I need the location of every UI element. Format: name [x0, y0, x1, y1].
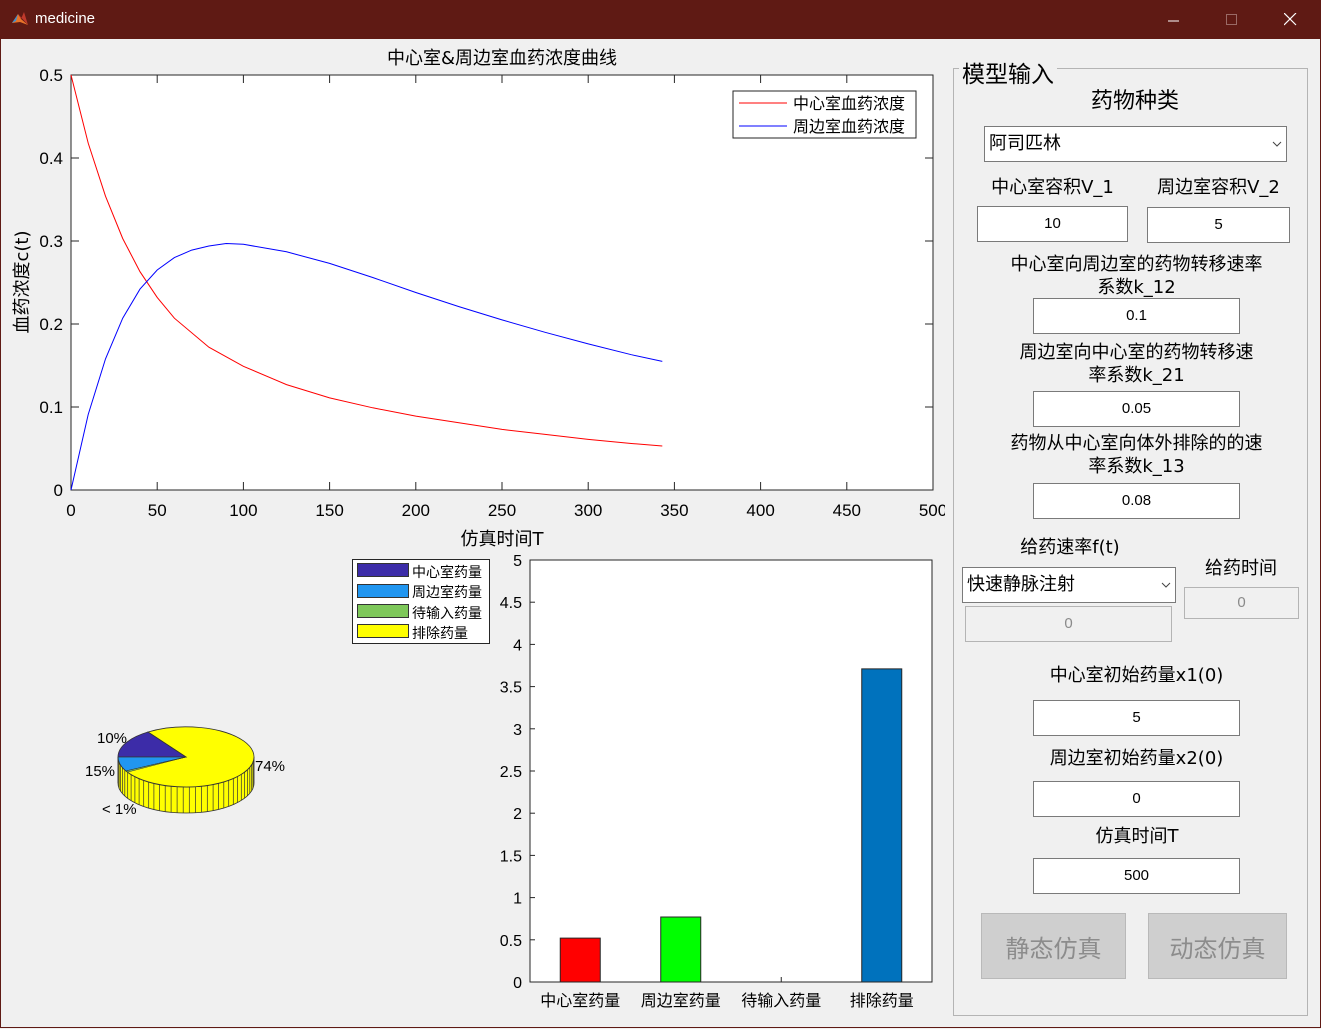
static-simulation-button[interactable]: 静态仿真 [981, 913, 1126, 979]
line-chart-title: 中心室&周边室血药浓度曲线 [387, 48, 617, 69]
bar-y-tick-label: 4 [513, 637, 522, 654]
bar-y-tick-label: 1.5 [500, 848, 522, 865]
dose-time-input[interactable]: 0 [1184, 587, 1299, 619]
v2-input[interactable]: 5 [1147, 207, 1290, 243]
minimize-button[interactable] [1145, 0, 1203, 39]
k21-input[interactable]: 0.05 [1033, 391, 1240, 427]
y-tick-label: 0 [54, 481, 63, 500]
bar-x-tick-label: 周边室药量 [641, 991, 721, 1010]
rate-value-input[interactable]: 0 [965, 606, 1172, 642]
y-tick-label: 0.2 [39, 315, 63, 334]
legend-label-peripheral: 周边室血药浓度 [793, 117, 905, 136]
legend-label-central: 中心室血药浓度 [793, 94, 905, 113]
x-tick-label: 50 [148, 501, 167, 520]
x-tick-label: 300 [574, 501, 602, 520]
y-tick-label: 0.4 [39, 149, 63, 168]
chevron-down-icon [1268, 127, 1286, 161]
bar-y-tick-label: 2.5 [500, 764, 522, 781]
x2-input[interactable]: 0 [1033, 781, 1240, 817]
line-chart-legend: 中心室血药浓度 周边室血药浓度 [732, 90, 917, 139]
x-tick-label: 150 [315, 501, 343, 520]
drug-type-label: 药物种类 [1090, 89, 1179, 114]
bar-y-tick-label: 1 [513, 891, 522, 908]
pie-label-central: 10% [97, 730, 127, 747]
legend-label-excreted-amount: 排除药量 [412, 626, 468, 642]
title-bar: medicine [0, 0, 1321, 39]
pie-label-pending: < 1% [102, 801, 137, 818]
drug-type-select[interactable]: 阿司匹林 [984, 126, 1287, 162]
bar-y-tick-label: 5 [513, 553, 522, 570]
k13-label-line2: 率系数k_13 [1088, 456, 1185, 477]
k13-label-line1: 药物从中心室向体外排除的的速 [1010, 433, 1263, 454]
legend-label-peripheral-amount: 周边室药量 [412, 585, 482, 601]
x2-label: 周边室初始药量x2(0) [1049, 748, 1224, 769]
rate-type-select[interactable]: 快速静脉注射 [962, 567, 1176, 603]
bar-y-tick-label: 2 [513, 806, 522, 823]
k21-label-line2: 率系数k_21 [1088, 365, 1185, 386]
x-tick-label: 450 [833, 501, 861, 520]
x-tick-label: 0 [66, 501, 75, 520]
legend-swatch-excreted-amount [357, 624, 409, 638]
bar-y-tick-label: 3 [513, 722, 522, 739]
bar-x-tick-label: 待输入药量 [741, 991, 821, 1010]
bar-x-tick-label: 排除药量 [850, 991, 914, 1010]
k21-label-line1: 周边室向中心室的药物转移速 [1019, 342, 1254, 363]
v1-input[interactable]: 10 [977, 206, 1128, 242]
concentration-line-chart: 中心室&周边室血药浓度曲线 0 50 100 150 200 250 300 350 400 45… [12, 48, 945, 550]
bar [861, 668, 903, 983]
k12-label-line1: 中心室向周边室的药物转移速率 [1010, 254, 1263, 275]
bar-y-tick-label: 4.5 [500, 595, 522, 612]
x-tick-label: 400 [746, 501, 774, 520]
minimize-icon [1168, 20, 1179, 21]
v2-label: 周边室容积V_2 [1157, 177, 1280, 198]
maximize-icon [1226, 13, 1237, 25]
close-icon [1283, 13, 1296, 26]
panel-title: 模型输入 [959, 55, 1057, 89]
chevron-down-icon [1157, 568, 1175, 602]
sim-time-label: 仿真时间T [1095, 826, 1179, 847]
v1-label: 中心室容积V_1 [991, 177, 1114, 198]
k12-label-line2: 系数k_12 [1097, 277, 1176, 298]
bar-x-tick-label: 中心室药量 [540, 991, 620, 1010]
dosage-pie-chart: 10% 15% < 1% 74% [85, 726, 285, 818]
bar [559, 937, 601, 983]
bar [660, 916, 702, 983]
bar-y-tick-label: 0.5 [500, 933, 522, 950]
close-button[interactable] [1261, 0, 1319, 39]
rate-type-value: 快速静脉注射 [967, 574, 1075, 595]
rate-label: 给药速率f(t) [1020, 537, 1120, 558]
sim-time-input[interactable]: 500 [1033, 858, 1240, 894]
y-tick-label: 0.5 [39, 66, 63, 85]
x1-label: 中心室初始药量x1(0) [1049, 665, 1224, 686]
bar-y-tick-label: 0 [513, 975, 522, 992]
k13-input[interactable]: 0.08 [1033, 483, 1240, 519]
x-tick-label: 250 [488, 501, 516, 520]
x-tick-label: 200 [402, 501, 430, 520]
dose-time-label: 给药时间 [1205, 558, 1277, 579]
x-tick-label: 100 [229, 501, 257, 520]
legend-label-central-amount: 中心室药量 [412, 565, 482, 581]
legend-label-pending-amount: 待输入药量 [412, 606, 482, 622]
x-tick-label: 500 [919, 501, 945, 520]
legend-swatch-central-amount [357, 563, 409, 577]
matlab-icon [12, 12, 28, 25]
maximize-button[interactable] [1203, 0, 1261, 39]
x-tick-label: 350 [660, 501, 688, 520]
legend-swatch-peripheral-amount [357, 584, 409, 598]
drug-type-value: 阿司匹林 [989, 133, 1061, 154]
bar-y-tick-label: 3.5 [500, 680, 522, 697]
window-title: medicine [35, 10, 96, 27]
y-tick-label: 0.1 [39, 398, 63, 417]
pie-label-peripheral: 15% [85, 763, 115, 780]
line-chart-ylabel: 血药浓度c(t) [12, 231, 33, 334]
y-tick-label: 0.3 [39, 232, 63, 251]
k12-input[interactable]: 0.1 [1033, 298, 1240, 334]
dynamic-simulation-button[interactable]: 动态仿真 [1148, 913, 1287, 979]
dosage-bar-chart: 0 0.5 1 1.5 2 2.5 3 3.5 4 4.5 5 中心室药量 周边室药量 待输入药量 排除药量 [500, 553, 933, 1010]
legend-swatch-pending-amount [357, 604, 409, 618]
pie-label-excreted: 74% [255, 758, 285, 775]
bar-chart-legend: 中心室药量 周边室药量 待输入药量 排除药量 [352, 559, 490, 644]
x1-input[interactable]: 5 [1033, 700, 1240, 736]
